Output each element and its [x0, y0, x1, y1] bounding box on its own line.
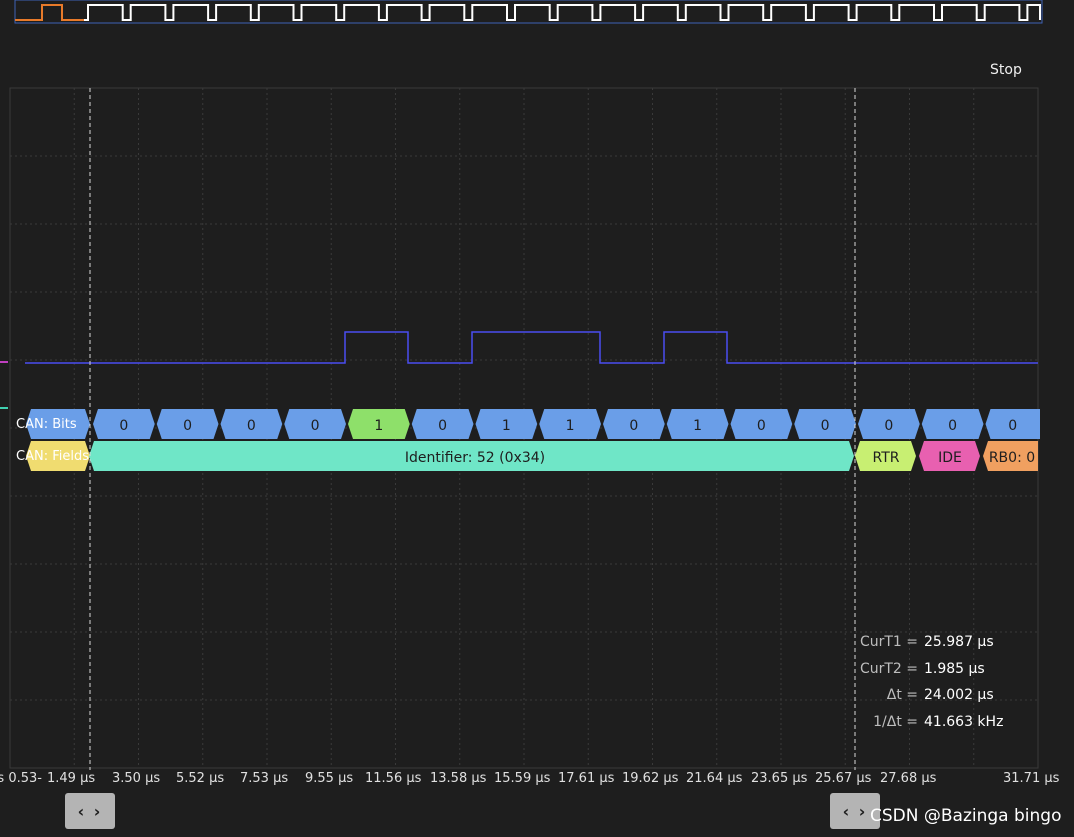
overview-waveform[interactable] [0, 0, 1074, 30]
bit-value: 0 [119, 418, 128, 434]
curt2-value: 1.985 µs [924, 661, 985, 677]
bit-value: 0 [948, 418, 957, 434]
fields-track-label[interactable]: CAN: Fields [16, 449, 89, 464]
digital-signal [25, 331, 1038, 364]
axis-tick-label: 31.71 µs [1003, 771, 1060, 786]
watermark: CSDN @Bazinga bingo [870, 806, 1062, 826]
bit-value: 0 [438, 418, 447, 434]
curt2-readout: CurT2 = 1.985 µs [836, 661, 985, 677]
freq-value: 41.663 kHz [924, 714, 1004, 730]
run-status[interactable]: Stop [990, 62, 1022, 78]
curt2-label: CurT2 = [859, 661, 918, 677]
bit-value: 0 [884, 418, 893, 434]
axis-tick-label: 7.53 µs [240, 771, 289, 786]
ide-text: IDE [938, 450, 962, 466]
axis-tick-label: 9.55 µs [305, 771, 354, 786]
axis-tick-label: 3.50 µs [112, 771, 161, 786]
axis-tick-label: 1.49 µs [47, 771, 96, 786]
curt1-value: 25.987 µs [924, 634, 994, 650]
freq-readout: 1/Δt = 41.663 kHz [836, 714, 1003, 730]
overview-highlight [15, 4, 84, 21]
bit-value: 1 [693, 418, 702, 434]
bit-value: 0 [757, 418, 766, 434]
freq-label: 1/Δt = [873, 714, 918, 730]
rtr-text: RTR [873, 450, 900, 466]
axis-tick-label: -0.53 µs [0, 771, 42, 786]
bits-row: 0 0 0 0 1 0 1 1 0 1 0 0 0 0 0 [26, 409, 1040, 439]
bit-value: 1 [374, 418, 383, 434]
bit-value: 0 [629, 418, 638, 434]
axis-tick-label: 21.64 µs [686, 771, 743, 786]
curt1-readout: CurT1 = 25.987 µs [836, 634, 994, 650]
delta-t-value: 24.002 µs [924, 687, 994, 703]
axis-tick-label: 5.52 µs [176, 771, 225, 786]
delta-t-readout: Δt = 24.002 µs [836, 687, 994, 703]
bit-value: 0 [311, 418, 320, 434]
axis-tick-label: 23.65 µs [751, 771, 808, 786]
axis-tick-label: 17.61 µs [558, 771, 615, 786]
overview-trace [84, 4, 1041, 21]
curt1-label: CurT1 = [859, 634, 918, 650]
bit-value: 0 [247, 418, 256, 434]
bit-value: 0 [183, 418, 192, 434]
axis-tick-label: 13.58 µs [430, 771, 487, 786]
bit-value: 1 [502, 418, 511, 434]
axis-tick-label: 11.56 µs [365, 771, 422, 786]
axis-tick-label: 15.59 µs [494, 771, 551, 786]
axis-tick-label: 27.68 µs [880, 771, 937, 786]
fields-row: Identifier: 52 (0x34) RTR IDE RB0: 0 [26, 441, 1038, 471]
axis-tick-label: 25.67 µs [815, 771, 872, 786]
bit-value: 0 [821, 418, 830, 434]
bit-value: 1 [566, 418, 575, 434]
delta-t-label: Δt = [886, 687, 918, 703]
rb0-text: RB0: 0 [989, 450, 1035, 466]
bits-track-label[interactable]: CAN: Bits [16, 417, 77, 432]
cursor-t2-nav-button[interactable]: ‹ › [65, 793, 115, 829]
axis-tick-label: 19.62 µs [622, 771, 679, 786]
identifier-text: Identifier: 52 (0x34) [405, 450, 545, 466]
bit-value: 0 [1008, 418, 1017, 434]
